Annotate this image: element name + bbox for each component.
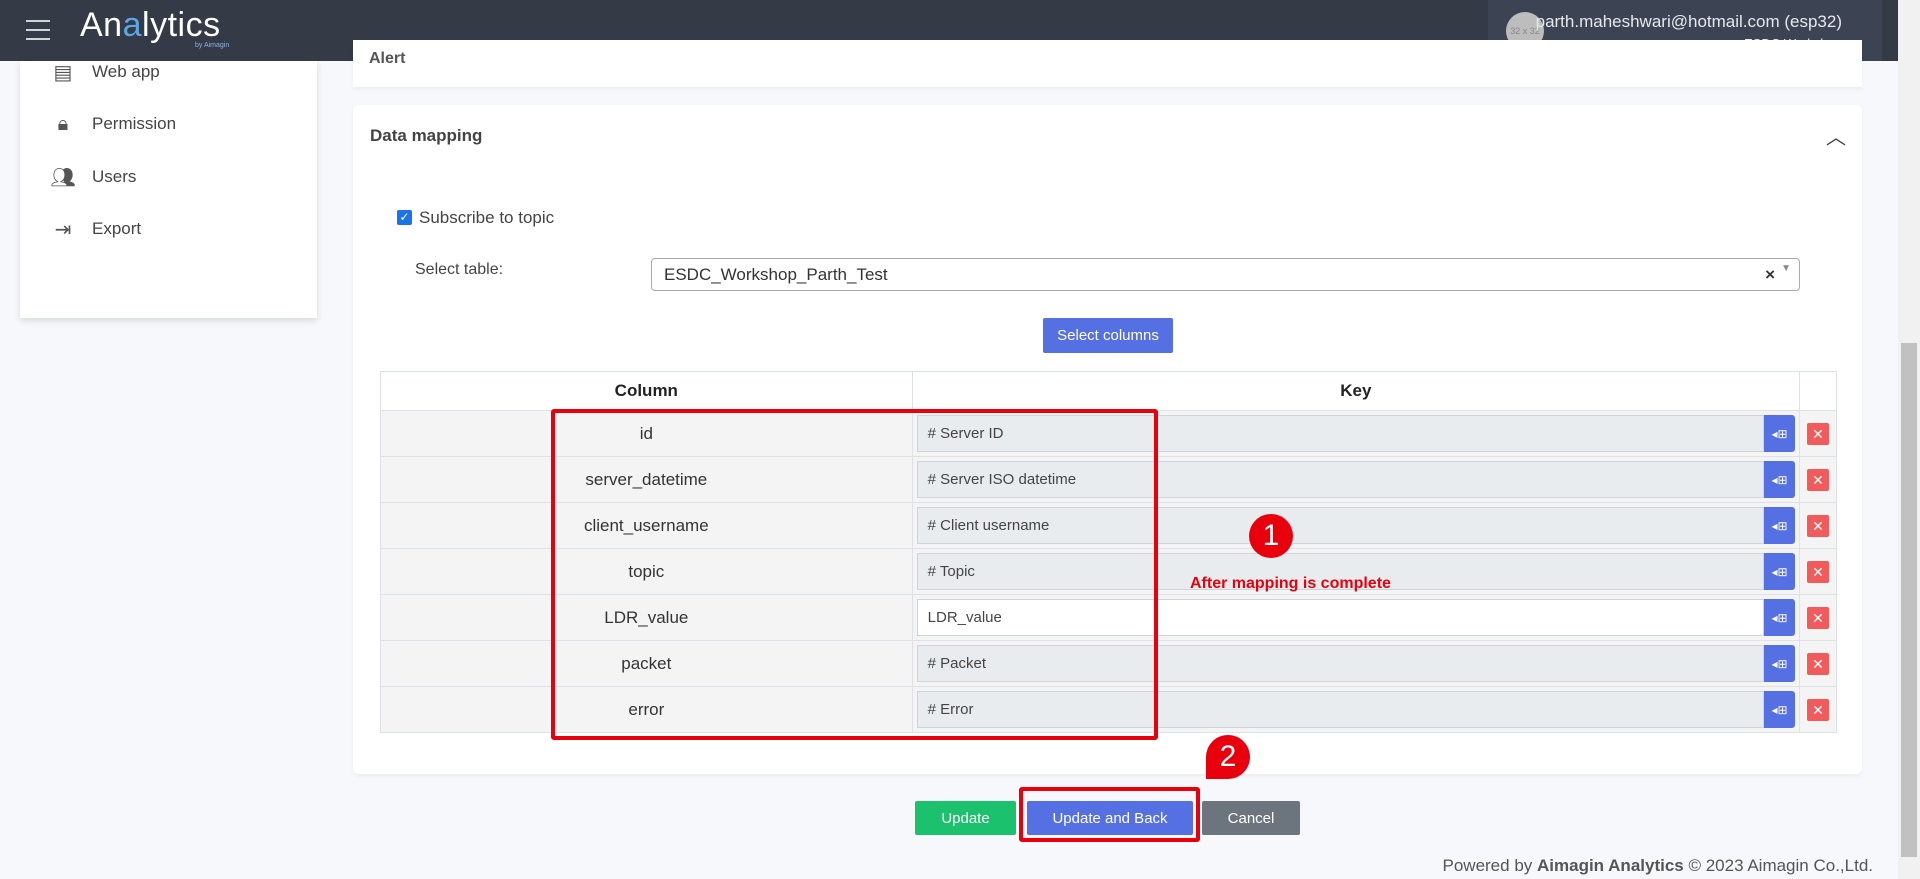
clear-icon[interactable]: × (1765, 265, 1775, 285)
insert-key-button[interactable]: ◂⊞ (1763, 415, 1795, 452)
cancel-button[interactable]: Cancel (1202, 801, 1300, 835)
users-icon: 👥︎ (50, 166, 76, 189)
delete-row-button[interactable]: ✕ (1806, 422, 1829, 445)
annotation-text: After mapping is complete (1190, 575, 1391, 592)
menu-icon[interactable] (26, 20, 50, 40)
logo-subtitle: by Aimagin (195, 42, 230, 49)
delete-row-button[interactable]: ✕ (1806, 698, 1829, 721)
sidebar-item-users[interactable]: 👥︎ Users (50, 166, 137, 189)
scrollbar-thumb[interactable] (1901, 343, 1917, 857)
insert-key-button[interactable]: ◂⊞ (1763, 461, 1795, 498)
delete-row-button[interactable]: ✕ (1806, 468, 1829, 491)
sidebar-item-label: Export (92, 219, 142, 238)
sidebar: ▤ Web app 🔒︎ Permission 👥︎ Users ⇥ Export (20, 61, 317, 318)
alert-title: Alert (369, 50, 406, 67)
app-logo[interactable]: Analytics (80, 6, 221, 45)
insert-key-button[interactable]: ◂⊞ (1763, 553, 1795, 590)
delete-row-button[interactable]: ✕ (1806, 560, 1829, 583)
alert-section[interactable]: Alert (353, 40, 1862, 87)
sidebar-item-label: Users (92, 167, 137, 186)
insert-key-button[interactable]: ◂⊞ (1763, 507, 1795, 544)
select-columns-button[interactable]: Select columns (1043, 318, 1173, 353)
sidebar-item-permission[interactable]: 🔒︎ Permission (50, 113, 176, 135)
sidebar-item-label: Web app (92, 62, 160, 81)
select-table-label: Select table: (415, 261, 504, 278)
delete-row-button[interactable]: ✕ (1806, 606, 1829, 629)
key-header: Key (911, 371, 1800, 411)
server-icon: ▤ (53, 61, 73, 84)
footer-brand[interactable]: Aimagin Analytics (1537, 856, 1684, 875)
dropdown-arrow-icon[interactable]: ▼ (1781, 263, 1791, 274)
sidebar-item-web-app[interactable]: ▤ Web app (50, 61, 160, 84)
insert-key-button[interactable]: ◂⊞ (1763, 645, 1795, 682)
update-button[interactable]: Update (915, 801, 1016, 835)
sidebar-item-export[interactable]: ⇥ Export (50, 218, 142, 241)
selected-table: ESDC_Workshop_Parth_Test (664, 265, 888, 284)
table-select[interactable]: ESDC_Workshop_Parth_Test × ▼ (651, 258, 1800, 291)
footer: Powered by Aimagin Analytics © 2023 Aima… (1443, 856, 1874, 876)
delete-row-button[interactable]: ✕ (1806, 514, 1829, 537)
column-header: Column (380, 371, 913, 411)
subscribe-label[interactable]: Subscribe to topic (419, 208, 554, 228)
annotation-step-1: 1 (1249, 514, 1293, 558)
annotation-box-mapping (551, 409, 1158, 740)
sidebar-item-label: Permission (92, 114, 177, 133)
lock-icon: 🔒︎ (57, 112, 69, 135)
annotation-step-2: 2 (1206, 735, 1250, 779)
chevron-up-icon[interactable]: ︿ (1826, 121, 1846, 150)
footer-suffix: © 2023 Aimagin Co.,Ltd. (1683, 856, 1873, 875)
subscribe-checkbox[interactable]: ✓ (397, 210, 412, 225)
insert-key-button[interactable]: ◂⊞ (1763, 599, 1795, 636)
footer-prefix: Powered by (1442, 856, 1537, 875)
section-title: Data mapping (370, 126, 483, 145)
delete-row-button[interactable]: ✕ (1806, 652, 1829, 675)
insert-key-button[interactable]: ◂⊞ (1763, 691, 1795, 728)
export-icon: ⇥ (54, 218, 72, 241)
annotation-box-button (1019, 787, 1200, 842)
user-email: parth.maheshwari@hotmail.com (esp32) (1535, 12, 1842, 31)
